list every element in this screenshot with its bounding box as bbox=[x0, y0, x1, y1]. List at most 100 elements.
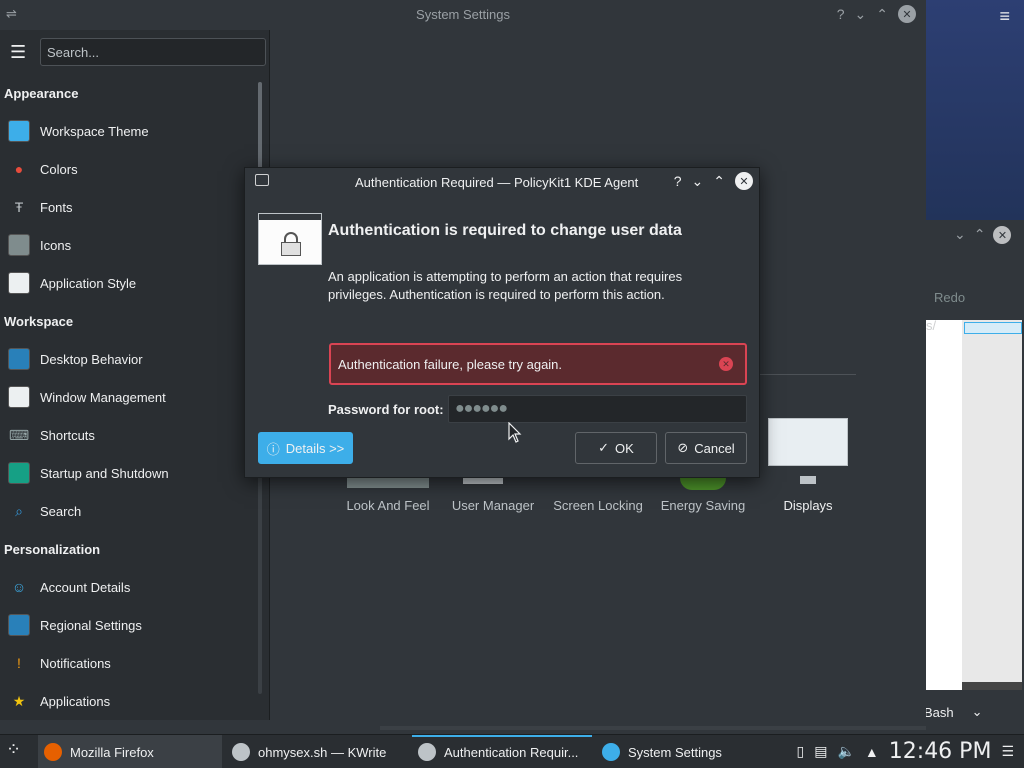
close-icon[interactable]: ✕ bbox=[993, 226, 1012, 244]
category-screen-locking[interactable]: Screen Locking bbox=[543, 498, 653, 513]
kwrite-window-controls: ⌄ ⌃ ✕ bbox=[954, 226, 1012, 244]
editor-status-bar: Bash ⌄ bbox=[924, 704, 983, 720]
settings-sidebar: ☰ Appearance Workspace Theme ● Colors Ŧ Fonts… bbox=[0, 30, 270, 720]
mouse-cursor-icon bbox=[508, 422, 522, 443]
sidebar-item-search[interactable]: ⌕ Search bbox=[0, 492, 269, 530]
usb-device-icon[interactable]: ▯ bbox=[797, 743, 805, 760]
scrollbar-thumb[interactable] bbox=[258, 82, 262, 172]
displays-icon-stand bbox=[800, 476, 816, 484]
minimize-icon[interactable]: ⌄ bbox=[692, 173, 704, 190]
help-icon[interactable]: ? bbox=[674, 173, 682, 189]
taskbar-task-label: Authentication Requir... bbox=[444, 744, 579, 760]
user-manager-icon[interactable] bbox=[463, 478, 503, 484]
window-management-icon bbox=[8, 386, 30, 408]
regional-icon bbox=[8, 614, 30, 636]
sidebar-group-header: Appearance bbox=[4, 85, 79, 101]
application-style-icon bbox=[8, 272, 30, 294]
error-banner: Authentication failure, please try again… bbox=[329, 343, 747, 385]
error-message: Authentication failure, please try again… bbox=[338, 357, 563, 372]
system-tray: ▯ ▤ 🔈 ▲ 12:46 PM ☰ bbox=[797, 739, 1014, 764]
category-user-manager[interactable]: User Manager bbox=[438, 498, 548, 513]
cancel-icon: ⊘ bbox=[677, 440, 689, 455]
details-button[interactable]: ⓘ Details >> bbox=[258, 432, 353, 464]
sidebar-item-window-management[interactable]: Window Management bbox=[0, 378, 269, 416]
lock-icon bbox=[258, 213, 322, 265]
background-window: ≡ ⌄ ⌃ ✕ Redo s/ Bash ⌄ bbox=[924, 0, 1024, 734]
cancel-button-label: Cancel bbox=[694, 440, 735, 456]
search-input[interactable] bbox=[40, 38, 266, 66]
dialog-description: An application is attempting to perform … bbox=[328, 269, 683, 302]
dialog-heading: Authentication is required to change use… bbox=[328, 222, 682, 239]
sidebar-item-colors[interactable]: ● Colors bbox=[0, 150, 269, 188]
fonts-icon: Ŧ bbox=[14, 199, 24, 215]
energy-saving-icon[interactable] bbox=[680, 478, 726, 490]
close-icon[interactable]: ✕ bbox=[898, 5, 916, 23]
sidebar-item-workspace-theme[interactable]: Workspace Theme bbox=[0, 112, 269, 150]
sidebar-item-desktop-behavior[interactable]: Desktop Behavior bbox=[0, 340, 269, 378]
settings-titlebar: ⇌ System Settings ? ⌄ ⌃ ✕ bbox=[0, 0, 926, 30]
lock-dialog-icon bbox=[418, 743, 436, 761]
category-displays[interactable]: Displays bbox=[753, 498, 863, 513]
editor-scrollbar[interactable] bbox=[962, 682, 1022, 690]
minimize-icon[interactable]: ⌄ bbox=[855, 6, 867, 23]
sidebar-item-label: Window Management bbox=[40, 389, 166, 405]
info-icon: ⓘ bbox=[266, 441, 280, 457]
dismiss-error-icon[interactable]: ✕ bbox=[719, 357, 733, 371]
tray-expand-icon[interactable]: ▲ bbox=[865, 744, 879, 760]
editor-selection bbox=[964, 322, 1022, 334]
sidebar-item-label: Applications bbox=[40, 693, 111, 709]
horizontal-scrollbar[interactable] bbox=[380, 726, 926, 730]
cancel-button[interactable]: ⊘ Cancel bbox=[665, 432, 747, 464]
kwrite-icon bbox=[232, 743, 250, 761]
sidebar-item-icons[interactable]: Icons bbox=[0, 226, 269, 264]
text-editor-area[interactable] bbox=[926, 320, 1022, 690]
maximize-icon[interactable]: ⌃ bbox=[876, 6, 888, 23]
close-icon[interactable]: ✕ bbox=[735, 172, 753, 190]
clock[interactable]: 12:46 PM bbox=[889, 739, 992, 764]
sidebar-item-regional-settings[interactable]: Regional Settings bbox=[0, 606, 269, 644]
syntax-mode-label[interactable]: Bash bbox=[924, 705, 954, 720]
ok-button[interactable]: ✓ OK bbox=[575, 432, 657, 464]
taskbar-task-label: Mozilla Firefox bbox=[70, 744, 154, 760]
look-and-feel-icon[interactable] bbox=[347, 478, 429, 488]
hamburger-menu-icon[interactable]: ☰ bbox=[10, 42, 30, 63]
taskbar-task[interactable]: Mozilla Firefox bbox=[38, 735, 222, 768]
hamburger-menu-icon[interactable]: ☰ bbox=[1001, 743, 1014, 760]
dialog-app-icon[interactable] bbox=[255, 174, 269, 186]
category-look-and-feel[interactable]: Look And Feel bbox=[333, 498, 443, 513]
maximize-icon[interactable]: ⌃ bbox=[713, 173, 725, 190]
redo-button[interactable]: Redo bbox=[934, 290, 965, 305]
hamburger-menu-icon[interactable]: ≡ bbox=[999, 6, 1010, 27]
applications-star-icon: ★ bbox=[12, 692, 26, 709]
displays-icon[interactable] bbox=[768, 418, 848, 466]
sidebar-item-shortcuts[interactable]: ⌨ Shortcuts bbox=[0, 416, 269, 454]
password-label: Password for root: bbox=[328, 402, 444, 417]
taskbar-task[interactable]: ohmysex.sh — KWrite bbox=[226, 735, 412, 768]
chevron-down-icon[interactable]: ⌄ bbox=[972, 704, 983, 720]
sidebar-item-applications[interactable]: ★ Applications bbox=[0, 682, 269, 720]
dialog-window-controls: ? ⌄ ⌃ ✕ bbox=[674, 172, 753, 190]
category-energy-saving[interactable]: Energy Saving bbox=[648, 498, 758, 513]
sidebar-item-notifications[interactable]: ! Notifications bbox=[0, 644, 269, 682]
sidebar-item-application-style[interactable]: Application Style bbox=[0, 264, 269, 302]
clipboard-icon[interactable]: ▤ bbox=[814, 743, 827, 760]
taskbar-task[interactable]: Authentication Requir... bbox=[412, 735, 592, 768]
application-launcher-icon[interactable]: ⁘ bbox=[6, 739, 30, 763]
sidebar-item-fonts[interactable]: Ŧ Fonts bbox=[0, 188, 269, 226]
sidebar-item-startup-and-shutdown[interactable]: Startup and Shutdown bbox=[0, 454, 269, 492]
taskbar-task-label: System Settings bbox=[628, 744, 722, 760]
startup-icon bbox=[8, 462, 30, 484]
help-icon[interactable]: ? bbox=[837, 6, 845, 22]
sidebar-item-label: Regional Settings bbox=[40, 617, 142, 633]
workspace-theme-icon bbox=[8, 120, 30, 142]
taskbar-task[interactable]: System Settings bbox=[596, 735, 786, 768]
minimize-icon[interactable]: ⌄ bbox=[954, 226, 966, 244]
account-icon: ☺ bbox=[11, 579, 27, 595]
sidebar-item-label: Application Style bbox=[40, 275, 137, 291]
settings-icon bbox=[602, 743, 620, 761]
sidebar-item-account-details[interactable]: ☺ Account Details bbox=[0, 568, 269, 606]
password-field[interactable]: ●●●●●● bbox=[448, 395, 747, 423]
colors-icon: ● bbox=[14, 161, 24, 177]
volume-icon[interactable]: 🔈 bbox=[837, 743, 854, 760]
maximize-icon[interactable]: ⌃ bbox=[974, 226, 986, 244]
